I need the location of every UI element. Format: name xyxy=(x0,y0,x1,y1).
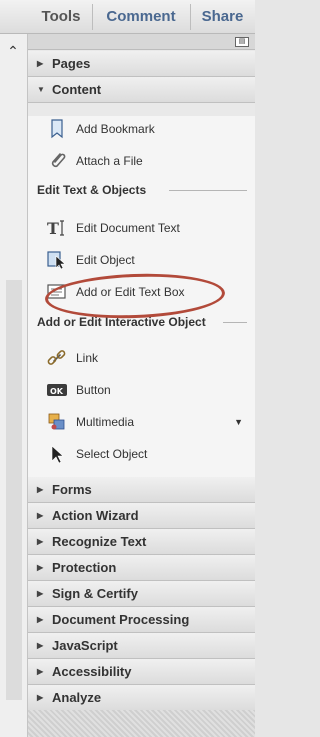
triangle-right-icon: ▶ xyxy=(37,667,44,676)
section-label: JavaScript xyxy=(52,638,118,653)
multimedia-label: Multimedia xyxy=(76,415,135,429)
paperclip-icon xyxy=(46,151,68,171)
tab-share[interactable]: Share xyxy=(190,0,255,34)
triangle-right-icon: ▶ xyxy=(37,615,44,624)
svg-text:T: T xyxy=(47,219,59,238)
triangle-down-icon: ▼ xyxy=(37,85,45,94)
link-label: Link xyxy=(76,351,99,365)
section-label: Protection xyxy=(52,560,117,575)
multimedia-tool[interactable]: Multimedia ▼ xyxy=(28,408,255,436)
scroll-track[interactable] xyxy=(6,280,22,700)
link-icon xyxy=(46,348,68,368)
panel-options-icon[interactable]: ▤ xyxy=(235,37,249,47)
bookmark-icon xyxy=(46,119,68,139)
panel-bottom-filler xyxy=(28,710,255,737)
triangle-right-icon: ▶ xyxy=(37,59,44,68)
edit-object-icon xyxy=(46,250,68,270)
section-javascript[interactable]: ▶ JavaScript xyxy=(28,633,255,659)
divider xyxy=(169,190,247,191)
panel-top-bar: ▤ xyxy=(28,34,255,50)
select-object-tool[interactable]: Select Object xyxy=(28,440,255,468)
section-recognize-text[interactable]: ▶ Recognize Text xyxy=(28,529,255,555)
divider xyxy=(223,322,247,323)
attach-file-label: Attach a File xyxy=(76,154,143,168)
button-tool[interactable]: OK Button xyxy=(28,376,255,404)
section-label: Pages xyxy=(52,56,91,71)
edit-object-label: Edit Object xyxy=(76,253,135,267)
section-action-wizard[interactable]: ▶ Action Wizard xyxy=(28,503,255,529)
section-pages[interactable]: ▶ Pages xyxy=(28,51,255,77)
tab-comment[interactable]: Comment xyxy=(92,0,190,34)
section-sign-certify[interactable]: ▶ Sign & Certify xyxy=(28,581,255,607)
attach-file-tool[interactable]: Attach a File xyxy=(28,147,255,175)
pointer-arrow-icon xyxy=(46,444,68,464)
triangle-right-icon: ▶ xyxy=(37,563,44,572)
link-tool[interactable]: Link xyxy=(28,344,255,372)
text-cursor-icon: T xyxy=(46,218,68,238)
section-accessibility[interactable]: ▶ Accessibility xyxy=(28,659,255,685)
section-label: Forms xyxy=(52,482,92,497)
triangle-right-icon: ▶ xyxy=(37,511,44,520)
tools-panel: ▤ ▶ Pages ▼ Content Add Bookmark Attach xyxy=(28,34,255,737)
add-bookmark-label: Add Bookmark xyxy=(76,122,155,136)
section-label: Sign & Certify xyxy=(52,586,138,601)
section-forms[interactable]: ▶ Forms xyxy=(28,477,255,503)
edit-document-text-tool[interactable]: T Edit Document Text xyxy=(28,214,255,242)
section-protection[interactable]: ▶ Protection xyxy=(28,555,255,581)
left-scroll-strip: ⌃ xyxy=(0,34,28,737)
select-object-label: Select Object xyxy=(76,447,148,461)
top-tab-bar: Tools Comment Share xyxy=(0,0,255,34)
button-label: Button xyxy=(76,383,111,397)
section-document-processing[interactable]: ▶ Document Processing xyxy=(28,607,255,633)
edit-text-objects-header: Edit Text & Objects xyxy=(37,181,247,199)
chevron-up-icon[interactable]: ⌃ xyxy=(6,44,20,58)
section-label: Action Wizard xyxy=(52,508,139,523)
triangle-right-icon: ▶ xyxy=(37,641,44,650)
add-bookmark-tool[interactable]: Add Bookmark xyxy=(28,115,255,143)
section-label: Recognize Text xyxy=(52,534,147,549)
multimedia-icon xyxy=(46,412,68,432)
triangle-right-icon: ▶ xyxy=(37,693,44,702)
svg-text:OK: OK xyxy=(50,387,64,396)
section-content[interactable]: ▼ Content xyxy=(28,77,255,103)
tab-tools[interactable]: Tools xyxy=(30,0,92,34)
triangle-right-icon: ▶ xyxy=(37,537,44,546)
section-label: Accessibility xyxy=(52,664,132,679)
edit-object-tool[interactable]: Edit Object xyxy=(28,246,255,274)
section-label: Analyze xyxy=(52,690,102,705)
dropdown-arrow-icon[interactable]: ▼ xyxy=(234,408,243,436)
triangle-right-icon: ▶ xyxy=(37,485,44,494)
edit-document-text-label: Edit Document Text xyxy=(76,221,180,235)
section-label: Content xyxy=(52,82,102,97)
section-label: Document Processing xyxy=(52,612,190,627)
section-analyze[interactable]: ▶ Analyze xyxy=(28,685,255,711)
triangle-right-icon: ▶ xyxy=(37,589,44,598)
ok-button-icon: OK xyxy=(46,380,68,400)
